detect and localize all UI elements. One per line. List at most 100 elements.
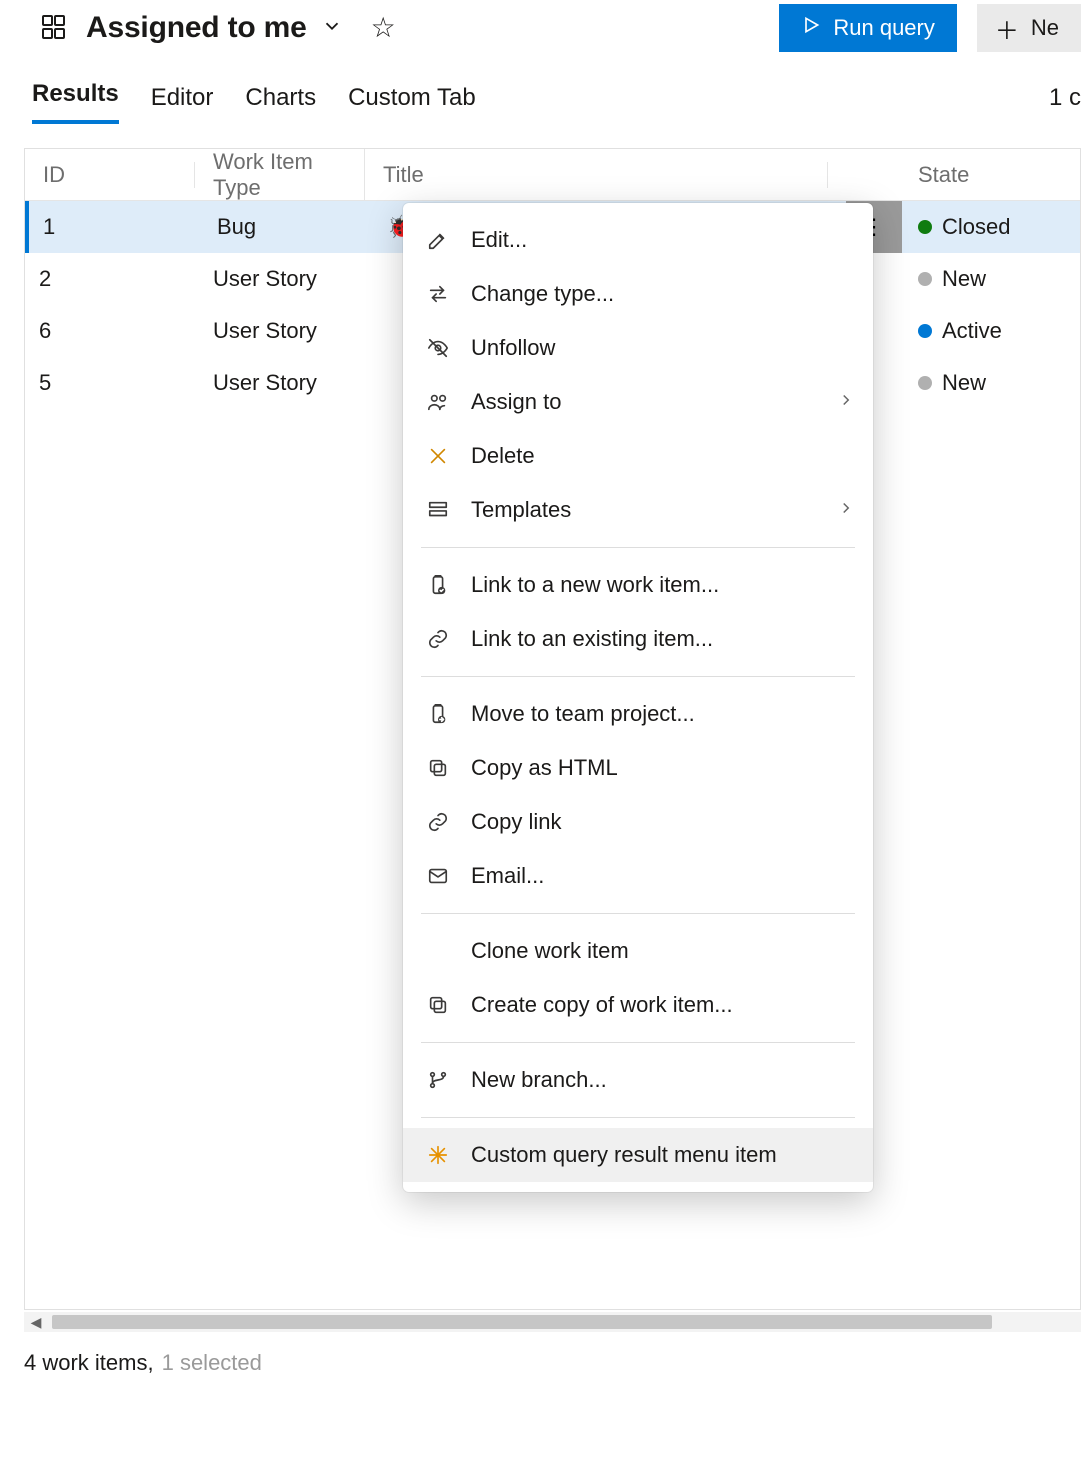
menu-separator — [421, 913, 855, 914]
link-icon — [425, 811, 451, 833]
view-grid-icon[interactable] — [42, 15, 68, 41]
cell-state: Closed — [900, 214, 1080, 240]
row-context-menu: Edit... Change type... Unfollow Assign to De… — [403, 203, 873, 1192]
col-header-state[interactable]: State — [900, 162, 1080, 188]
table-header-row: ID Work Item Type Title State — [25, 149, 1080, 201]
new-item-button[interactable]: ＋ Ne — [977, 4, 1081, 52]
menu-item[interactable]: Change type... — [403, 267, 873, 321]
state-text: New — [942, 266, 986, 292]
cell-id: 2 — [25, 266, 195, 292]
mail-icon — [425, 865, 451, 887]
menu-item[interactable]: Create copy of work item... — [403, 978, 873, 1032]
tab-editor[interactable]: Editor — [151, 84, 214, 124]
menu-separator — [421, 547, 855, 548]
run-query-label: Run query — [833, 15, 935, 41]
menu-item-label: Delete — [471, 443, 535, 469]
menu-item-label: Copy link — [471, 809, 561, 835]
menu-item[interactable]: Delete — [403, 429, 873, 483]
cell-type: User Story — [195, 318, 365, 344]
footer-count-text: 4 work items, — [24, 1350, 154, 1376]
col-header-title[interactable]: Title — [365, 162, 828, 188]
state-dot-icon — [918, 324, 932, 338]
link-icon — [425, 628, 451, 650]
menu-item-label: Change type... — [471, 281, 614, 307]
new-item-label: Ne — [1031, 15, 1059, 41]
plus-icon: ＋ — [995, 11, 1019, 46]
menu-item-label: Custom query result menu item — [471, 1142, 777, 1168]
horizontal-scrollbar[interactable]: ◀ — [24, 1310, 1081, 1334]
swap-icon — [425, 283, 451, 305]
menu-item[interactable]: New branch... — [403, 1053, 873, 1107]
menu-item-label: New branch... — [471, 1067, 607, 1093]
tab-custom[interactable]: Custom Tab — [348, 84, 476, 124]
cell-state: New — [900, 370, 1080, 396]
run-query-button[interactable]: Run query — [779, 4, 957, 52]
people-icon — [425, 391, 451, 413]
delete-icon — [425, 445, 451, 467]
menu-item[interactable]: Link to a new work item... — [403, 558, 873, 612]
menu-item-label: Clone work item — [471, 938, 629, 964]
menu-item-label: Move to team project... — [471, 701, 695, 727]
menu-item[interactable]: Link to an existing item... — [403, 612, 873, 666]
menu-item-label: Link to a new work item... — [471, 572, 719, 598]
menu-item[interactable]: Unfollow — [403, 321, 873, 375]
state-text: Closed — [942, 214, 1010, 240]
menu-item[interactable]: Templates — [403, 483, 873, 537]
state-dot-icon — [918, 220, 932, 234]
col-header-id[interactable]: ID — [25, 162, 195, 188]
menu-item[interactable]: Copy link — [403, 795, 873, 849]
menu-item-label: Assign to — [471, 389, 562, 415]
copy-icon — [425, 757, 451, 779]
menu-item-label: Link to an existing item... — [471, 626, 713, 652]
cell-state: Active — [900, 318, 1080, 344]
clip-arrow-icon — [425, 703, 451, 725]
menu-item-label: Email... — [471, 863, 544, 889]
results-table: ID Work Item Type Title State 1Bug🐞Bug 4… — [24, 148, 1081, 1310]
title-chevron-down-icon[interactable] — [321, 15, 343, 42]
footer-selected-text: 1 selected — [162, 1350, 262, 1376]
tab-results[interactable]: Results — [32, 80, 119, 124]
menu-item-label: Edit... — [471, 227, 527, 253]
menu-separator — [421, 676, 855, 677]
menu-item[interactable]: Clone work item — [403, 924, 873, 978]
col-header-type[interactable]: Work Item Type — [195, 149, 365, 201]
menu-item-label: Create copy of work item... — [471, 992, 733, 1018]
cell-type: User Story — [195, 266, 365, 292]
cell-state: New — [900, 266, 1080, 292]
asterisk-icon — [425, 1144, 451, 1166]
result-count-text: 1 c — [1049, 84, 1081, 124]
menu-item-label: Templates — [471, 497, 571, 523]
state-text: New — [942, 370, 986, 396]
tab-charts[interactable]: Charts — [245, 84, 316, 124]
cell-type: Bug — [199, 214, 369, 240]
clip-check-icon — [425, 574, 451, 596]
cell-id: 5 — [25, 370, 195, 396]
chevron-right-icon — [837, 389, 855, 415]
menu-item[interactable]: Move to team project... — [403, 687, 873, 741]
copy-icon — [425, 994, 451, 1016]
edit-icon — [425, 229, 451, 251]
unfollow-icon — [425, 337, 451, 359]
menu-item-label: Copy as HTML — [471, 755, 618, 781]
tab-bar: Results Editor Charts Custom Tab 1 c — [0, 56, 1081, 124]
menu-item[interactable]: Email... — [403, 849, 873, 903]
cell-id: 6 — [25, 318, 195, 344]
menu-separator — [421, 1117, 855, 1118]
menu-item-label: Unfollow — [471, 335, 555, 361]
menu-item[interactable]: Edit... — [403, 213, 873, 267]
menu-item[interactable]: Copy as HTML — [403, 741, 873, 795]
cell-id: 1 — [29, 214, 199, 240]
templates-icon — [425, 499, 451, 521]
query-title: Assigned to me — [74, 11, 315, 45]
favorite-star-icon[interactable]: ☆ — [371, 14, 396, 42]
state-text: Active — [942, 318, 1002, 344]
state-dot-icon — [918, 376, 932, 390]
cell-type: User Story — [195, 370, 365, 396]
menu-item[interactable]: Custom query result menu item — [403, 1128, 873, 1182]
branch-icon — [425, 1069, 451, 1091]
state-dot-icon — [918, 272, 932, 286]
play-icon — [801, 15, 821, 41]
chevron-right-icon — [837, 497, 855, 523]
menu-item[interactable]: Assign to — [403, 375, 873, 429]
menu-separator — [421, 1042, 855, 1043]
